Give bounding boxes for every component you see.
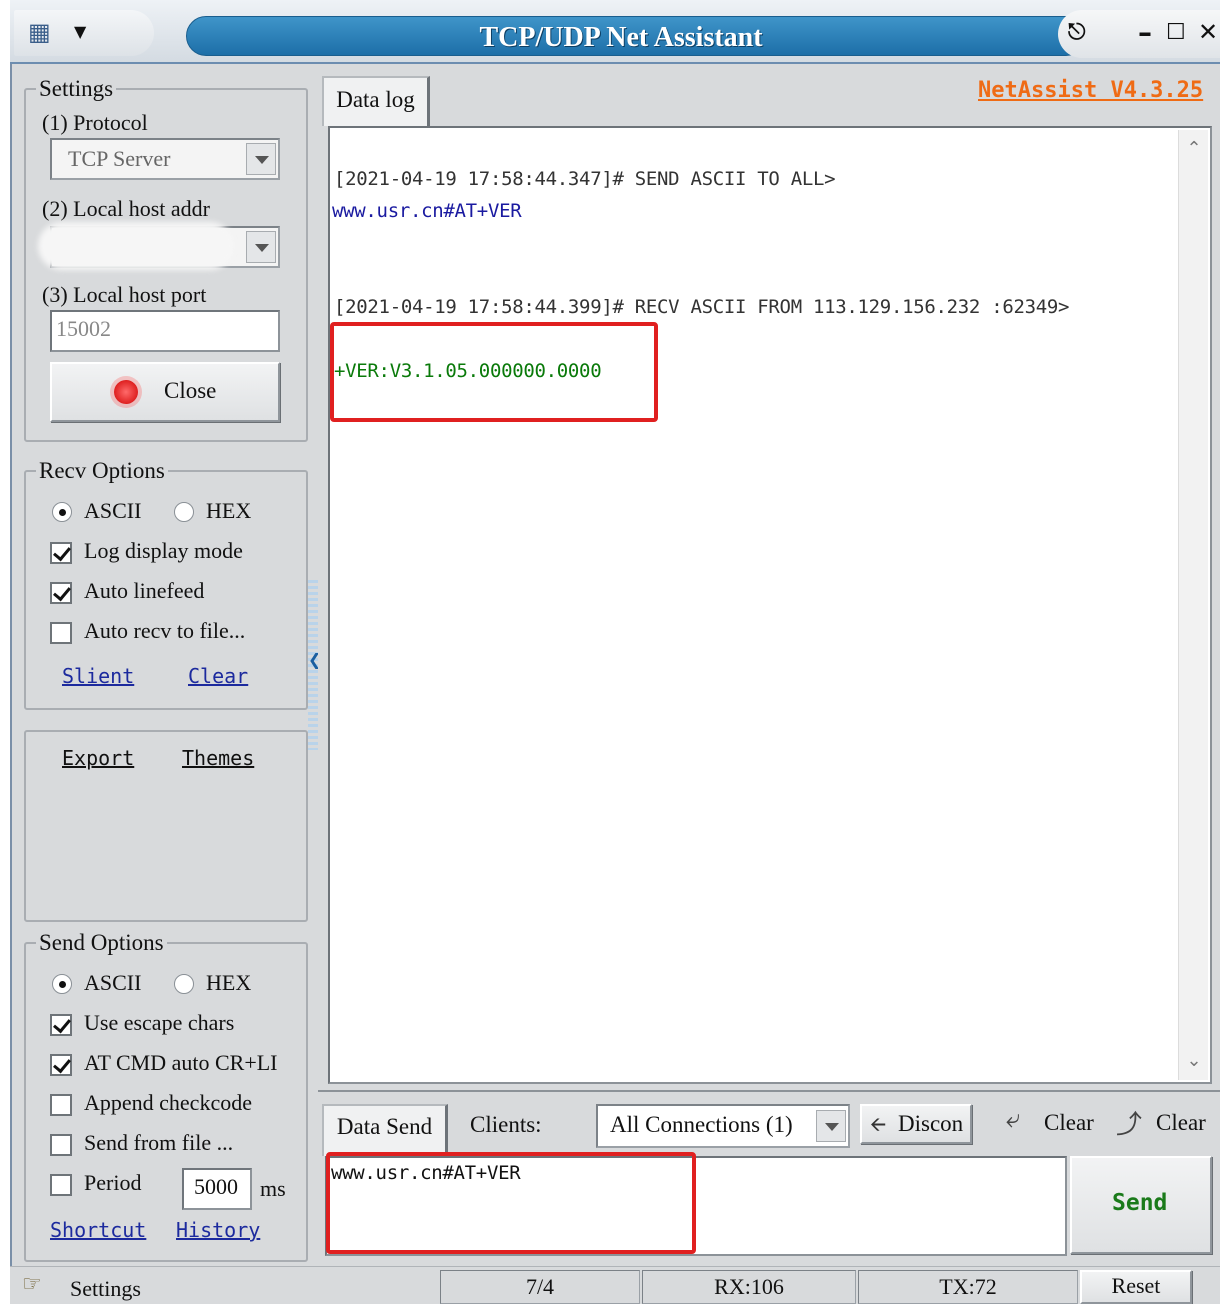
- protocol-label: (1) Protocol: [42, 110, 148, 135]
- version-link[interactable]: NetAssist V4.3.25: [978, 78, 1203, 103]
- settings-group-title: Settings: [36, 76, 117, 102]
- send-options-title: Send Options: [36, 930, 167, 956]
- window-title: TCP/UDP Net Assistant: [479, 22, 763, 53]
- recv-hex-label: HEX: [206, 498, 252, 523]
- reset-button-label: Reset: [1111, 1273, 1161, 1298]
- use-escape-chars-checkbox[interactable]: [50, 1014, 72, 1036]
- use-escape-chars-label: Use escape chars: [84, 1010, 235, 1035]
- send-hex-label: HEX: [206, 970, 252, 995]
- chevron-down-icon[interactable]: ▼: [74, 22, 86, 41]
- chevron-down-icon[interactable]: [246, 231, 276, 263]
- arrow-left-icon: 🡨: [870, 1112, 887, 1136]
- discon-button-label: Discon: [898, 1111, 964, 1136]
- at-cmd-auto-checkbox[interactable]: [50, 1054, 72, 1076]
- log-vertical-scrollbar[interactable]: ⌃ ⌄: [1178, 130, 1208, 1080]
- close-connection-button[interactable]: Close: [50, 362, 280, 422]
- status-settings-label[interactable]: Settings: [70, 1276, 141, 1302]
- chevron-down-icon[interactable]: [246, 143, 276, 175]
- tab-data-send[interactable]: Data Send: [322, 1104, 448, 1156]
- close-icon[interactable]: ✕: [1198, 18, 1218, 46]
- host-port-input[interactable]: 15002: [50, 310, 280, 352]
- history-link[interactable]: History: [176, 1218, 260, 1242]
- status-tx-value: TX:72: [939, 1274, 997, 1299]
- auto-recv-to-file-checkbox[interactable]: [50, 622, 72, 644]
- log-line-send-data: www.usr.cn#AT+VER: [332, 200, 522, 222]
- clear-send-button[interactable]: ⤶ Clear: [1004, 1104, 1104, 1144]
- shortcut-link[interactable]: Shortcut: [50, 1218, 146, 1242]
- highlight-box-send: [326, 1152, 696, 1254]
- append-checkcode-label: Append checkcode: [84, 1090, 252, 1115]
- period-label: Period: [84, 1170, 142, 1195]
- host-addr-select[interactable]: [38, 222, 280, 270]
- chevron-down-icon[interactable]: [816, 1110, 846, 1142]
- export-link[interactable]: Export: [62, 746, 134, 770]
- send-button[interactable]: Send: [1070, 1156, 1212, 1254]
- clear-counter-label: Clear: [1156, 1110, 1206, 1135]
- log-line-send-header: [2021-04-19 17:58:44.347]# SEND ASCII TO…: [334, 168, 836, 190]
- status-count-value: 7/4: [525, 1274, 555, 1299]
- reset-button[interactable]: Reset: [1080, 1270, 1192, 1304]
- close-button-label: Close: [164, 378, 217, 403]
- themes-link[interactable]: Themes: [182, 746, 254, 770]
- slient-link[interactable]: Slient: [62, 664, 134, 688]
- clear-counter-button[interactable]: ⤴ Clear: [1114, 1104, 1220, 1144]
- scroll-down-icon[interactable]: ⌄: [1179, 1046, 1209, 1076]
- settings-hand-icon[interactable]: ☞: [22, 1272, 42, 1297]
- log-display-mode-checkbox[interactable]: [50, 542, 72, 564]
- status-tx: TX:72: [858, 1270, 1078, 1304]
- tab-data-send-label: Data Send: [336, 1114, 433, 1139]
- data-log-area[interactable]: [2021-04-19 17:58:44.347]# SEND ASCII TO…: [328, 126, 1212, 1084]
- highlight-box-recv: [330, 322, 658, 422]
- red-status-light-icon: [114, 380, 138, 404]
- blurred-address: [38, 222, 234, 270]
- send-ascii-radio[interactable]: [52, 974, 72, 994]
- pin-icon[interactable]: ⎋: [1068, 20, 1085, 45]
- period-unit-label: ms: [260, 1176, 286, 1201]
- log-line-recv-header: [2021-04-19 17:58:44.399]# RECV ASCII FR…: [334, 296, 1070, 318]
- clients-select[interactable]: All Connections (1): [596, 1104, 850, 1148]
- scroll-up-icon[interactable]: ⌃: [1179, 134, 1209, 164]
- app-icon[interactable]: ▦: [28, 18, 51, 46]
- tab-data-log[interactable]: Data log: [322, 76, 430, 126]
- clear-send-label: Clear: [1044, 1110, 1094, 1135]
- status-rx: RX:106: [642, 1270, 856, 1304]
- append-checkcode-checkbox[interactable]: [50, 1094, 72, 1116]
- send-hex-radio[interactable]: [174, 974, 194, 994]
- discon-button[interactable]: 🡨 Discon: [860, 1104, 972, 1144]
- status-rx-value: RX:106: [714, 1274, 784, 1299]
- send-from-file-checkbox[interactable]: [50, 1134, 72, 1156]
- recv-ascii-radio[interactable]: [52, 502, 72, 522]
- system-menu[interactable]: ▦ ▼: [14, 10, 154, 56]
- auto-recv-to-file-label: Auto recv to file...: [84, 618, 246, 643]
- auto-linefeed-label: Auto linefeed: [84, 578, 205, 603]
- period-input[interactable]: 5000: [182, 1168, 252, 1210]
- send-ascii-label: ASCII: [84, 970, 142, 995]
- host-addr-label: (2) Local host addr: [42, 196, 210, 221]
- period-checkbox[interactable]: [50, 1174, 72, 1196]
- status-count: 7/4: [440, 1270, 640, 1304]
- host-port-label: (3) Local host port: [42, 282, 207, 307]
- clients-value: All Connections (1): [610, 1112, 793, 1137]
- maximize-icon[interactable]: ☐: [1166, 20, 1186, 45]
- tab-data-log-label: Data log: [336, 87, 415, 112]
- protocol-select[interactable]: TCP Server: [50, 138, 280, 180]
- clients-label: Clients:: [470, 1112, 542, 1137]
- minimize-icon[interactable]: –: [1138, 16, 1152, 49]
- send-button-label: Send: [1112, 1190, 1168, 1216]
- recv-hex-radio[interactable]: [174, 502, 194, 522]
- send-from-file-label: Send from file ...: [84, 1130, 234, 1155]
- recv-ascii-label: ASCII: [84, 498, 142, 523]
- window-controls: ⎋ – ☐ ✕: [1058, 10, 1220, 58]
- curved-arrow-down-icon: ⤶: [1006, 1104, 1021, 1134]
- curved-arrow-up-icon: ⤴: [1116, 1110, 1143, 1140]
- recv-clear-link[interactable]: Clear: [188, 664, 248, 688]
- auto-linefeed-checkbox[interactable]: [50, 582, 72, 604]
- log-display-mode-label: Log display mode: [84, 538, 243, 563]
- recv-options-title: Recv Options: [36, 458, 168, 484]
- protocol-value: TCP Server: [68, 146, 171, 171]
- at-cmd-auto-label: AT CMD auto CR+LI: [84, 1050, 278, 1075]
